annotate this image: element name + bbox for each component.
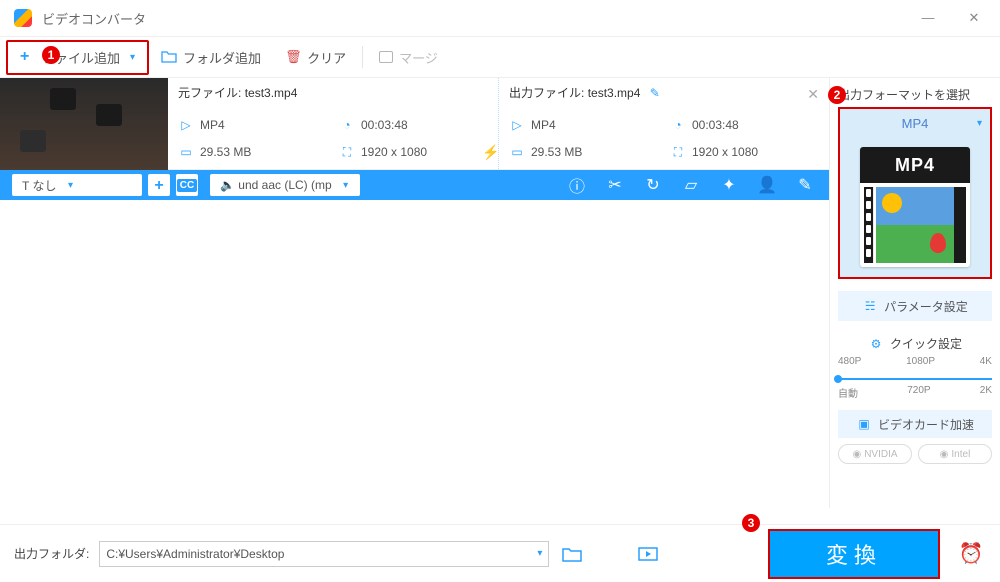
add-file-button[interactable]: ファイル追加 ▾ [6, 40, 149, 75]
out-format: ▷MP4 [509, 114, 658, 135]
folder-icon [161, 49, 177, 65]
callout-badge-3: 3 [742, 514, 760, 532]
plus-icon [20, 49, 36, 65]
output-path-input[interactable]: C:¥Users¥Administrator¥Desktop ▾ [99, 541, 549, 567]
hw-accel-button[interactable]: ▣ ビデオカード加速 [838, 410, 992, 438]
toolbar: ファイル追加 ▾ フォルダ追加 クリア マージ [0, 36, 1000, 78]
watermark-tool-button[interactable]: 👤 [749, 170, 785, 200]
callout-badge-1: 1 [42, 46, 60, 64]
intel-chip: ◉ Intel [918, 444, 992, 464]
src-format: ▷MP4 [178, 114, 327, 135]
play-icon: ▷ [509, 118, 525, 132]
src-size: ▭29.53 MB [178, 141, 327, 163]
file-row[interactable]: 元ファイル: test3.mp4 ▷MP4 ◔00:03:48 ▭29.53 M… [0, 78, 829, 170]
source-file-title: 元ファイル: test3.mp4 [178, 84, 488, 108]
out-resolution: ⛶1920 x 1080 [670, 141, 819, 163]
dimensions-icon: ⛶ [670, 145, 686, 160]
effects-tool-button[interactable]: ✦ [711, 170, 747, 200]
format-selector[interactable]: MP4 ▾ MP4 [838, 107, 992, 279]
callout-badge-2: 2 [828, 86, 846, 104]
clear-label: クリア [307, 48, 346, 67]
resolution-slider[interactable]: 480P 1080P 4K 自動 720P 2K [838, 356, 992, 400]
clock-icon: ◔ [670, 118, 686, 132]
format-panel: 出力フォーマットを選択 MP4 ▾ MP4 2 ☵ パラメータ設定 ⚙クイック設… [830, 78, 1000, 508]
batch-folder-button[interactable] [635, 541, 661, 567]
chevron-down-icon: ▾ [66, 180, 78, 191]
dimensions-icon: ⛶ [339, 145, 355, 160]
schedule-button[interactable]: ⏰ [956, 539, 986, 569]
rotate-tool-button[interactable]: ↻ [635, 170, 671, 200]
subtitle-tool-button[interactable]: ✎ [787, 170, 823, 200]
cc-icon: CC [177, 179, 197, 192]
close-button[interactable]: ✕ [962, 10, 986, 26]
app-title: ビデオコンバータ [42, 9, 146, 28]
chevron-down-icon: ▾ [342, 180, 354, 191]
merge-button[interactable]: マージ [367, 42, 450, 73]
chevron-down-icon[interactable]: ▾ [537, 548, 542, 559]
edit-name-icon[interactable]: ✎ [650, 86, 660, 100]
format-preview: MP4 [840, 137, 990, 277]
convert-button[interactable]: 変換 [768, 529, 940, 579]
out-duration: ◔00:03:48 [670, 114, 819, 135]
bolt-icon: ⚡ [482, 144, 499, 161]
chip-icon: ▣ [856, 417, 872, 431]
nvidia-chip: ◉ NVIDIA [838, 444, 912, 464]
film-label: MP4 [860, 147, 970, 183]
title-bar: ビデオコンバータ — ✕ [0, 0, 1000, 36]
cut-tool-button[interactable]: ✂ [597, 170, 633, 200]
src-duration: ◔00:03:48 [339, 114, 488, 135]
merge-label: マージ [399, 48, 438, 67]
parameter-settings-button[interactable]: ☵ パラメータ設定 [838, 291, 992, 321]
chevron-down-icon[interactable]: ▾ [130, 52, 135, 63]
src-resolution: ⛶1920 x 1080 [339, 141, 488, 163]
minimize-button[interactable]: — [916, 10, 940, 26]
gear-icon: ⚙ [868, 337, 884, 351]
app-logo-icon [14, 9, 32, 27]
clock-icon: ◔ [339, 118, 355, 132]
open-folder-button[interactable] [559, 541, 585, 567]
folder-size-icon: ▭ [178, 145, 194, 159]
trash-icon [285, 49, 301, 65]
audio-track-select[interactable]: 🔈 und aac (LC) (mp ▾ [210, 174, 360, 196]
toolbar-separator [362, 46, 363, 68]
merge-icon [379, 51, 393, 63]
sliders-icon: ☵ [862, 299, 878, 313]
crop-tool-button[interactable]: ▱ [673, 170, 709, 200]
chevron-down-icon[interactable]: ▾ [977, 118, 982, 129]
format-header: 出力フォーマットを選択 [838, 86, 992, 103]
selected-format-label: MP4 [902, 116, 929, 131]
edit-strip: T なし ▾ CC 🔈 und aac (LC) (mp ▾ ⓘ ✂ ↻ ▱ ✦… [0, 170, 829, 200]
add-folder-button[interactable]: フォルダ追加 [149, 42, 273, 73]
remove-file-button[interactable]: ✕ [807, 86, 819, 103]
info-tool-button[interactable]: ⓘ [559, 170, 595, 200]
clear-button[interactable]: クリア [273, 42, 358, 73]
output-file-title: 出力ファイル: test3.mp4 ✎ [509, 84, 819, 108]
quick-settings: ⚙クイック設定 480P 1080P 4K 自動 720P 2K [838, 335, 992, 400]
subtitle-select[interactable]: T なし ▾ [12, 174, 142, 196]
out-size: ▭29.53 MB [509, 141, 658, 163]
add-folder-label: フォルダ追加 [183, 48, 261, 67]
folder-size-icon: ▭ [509, 145, 525, 159]
cc-button[interactable]: CC [176, 174, 198, 196]
output-folder-label: 出力フォルダ: [14, 545, 89, 562]
play-icon: ▷ [178, 118, 194, 132]
footer: 出力フォルダ: C:¥Users¥Administrator¥Desktop ▾… [0, 524, 1000, 582]
speaker-icon: 🔈 [220, 178, 235, 192]
plus-icon [154, 177, 163, 193]
video-thumbnail[interactable] [0, 78, 168, 170]
add-subtitle-button[interactable] [148, 174, 170, 196]
